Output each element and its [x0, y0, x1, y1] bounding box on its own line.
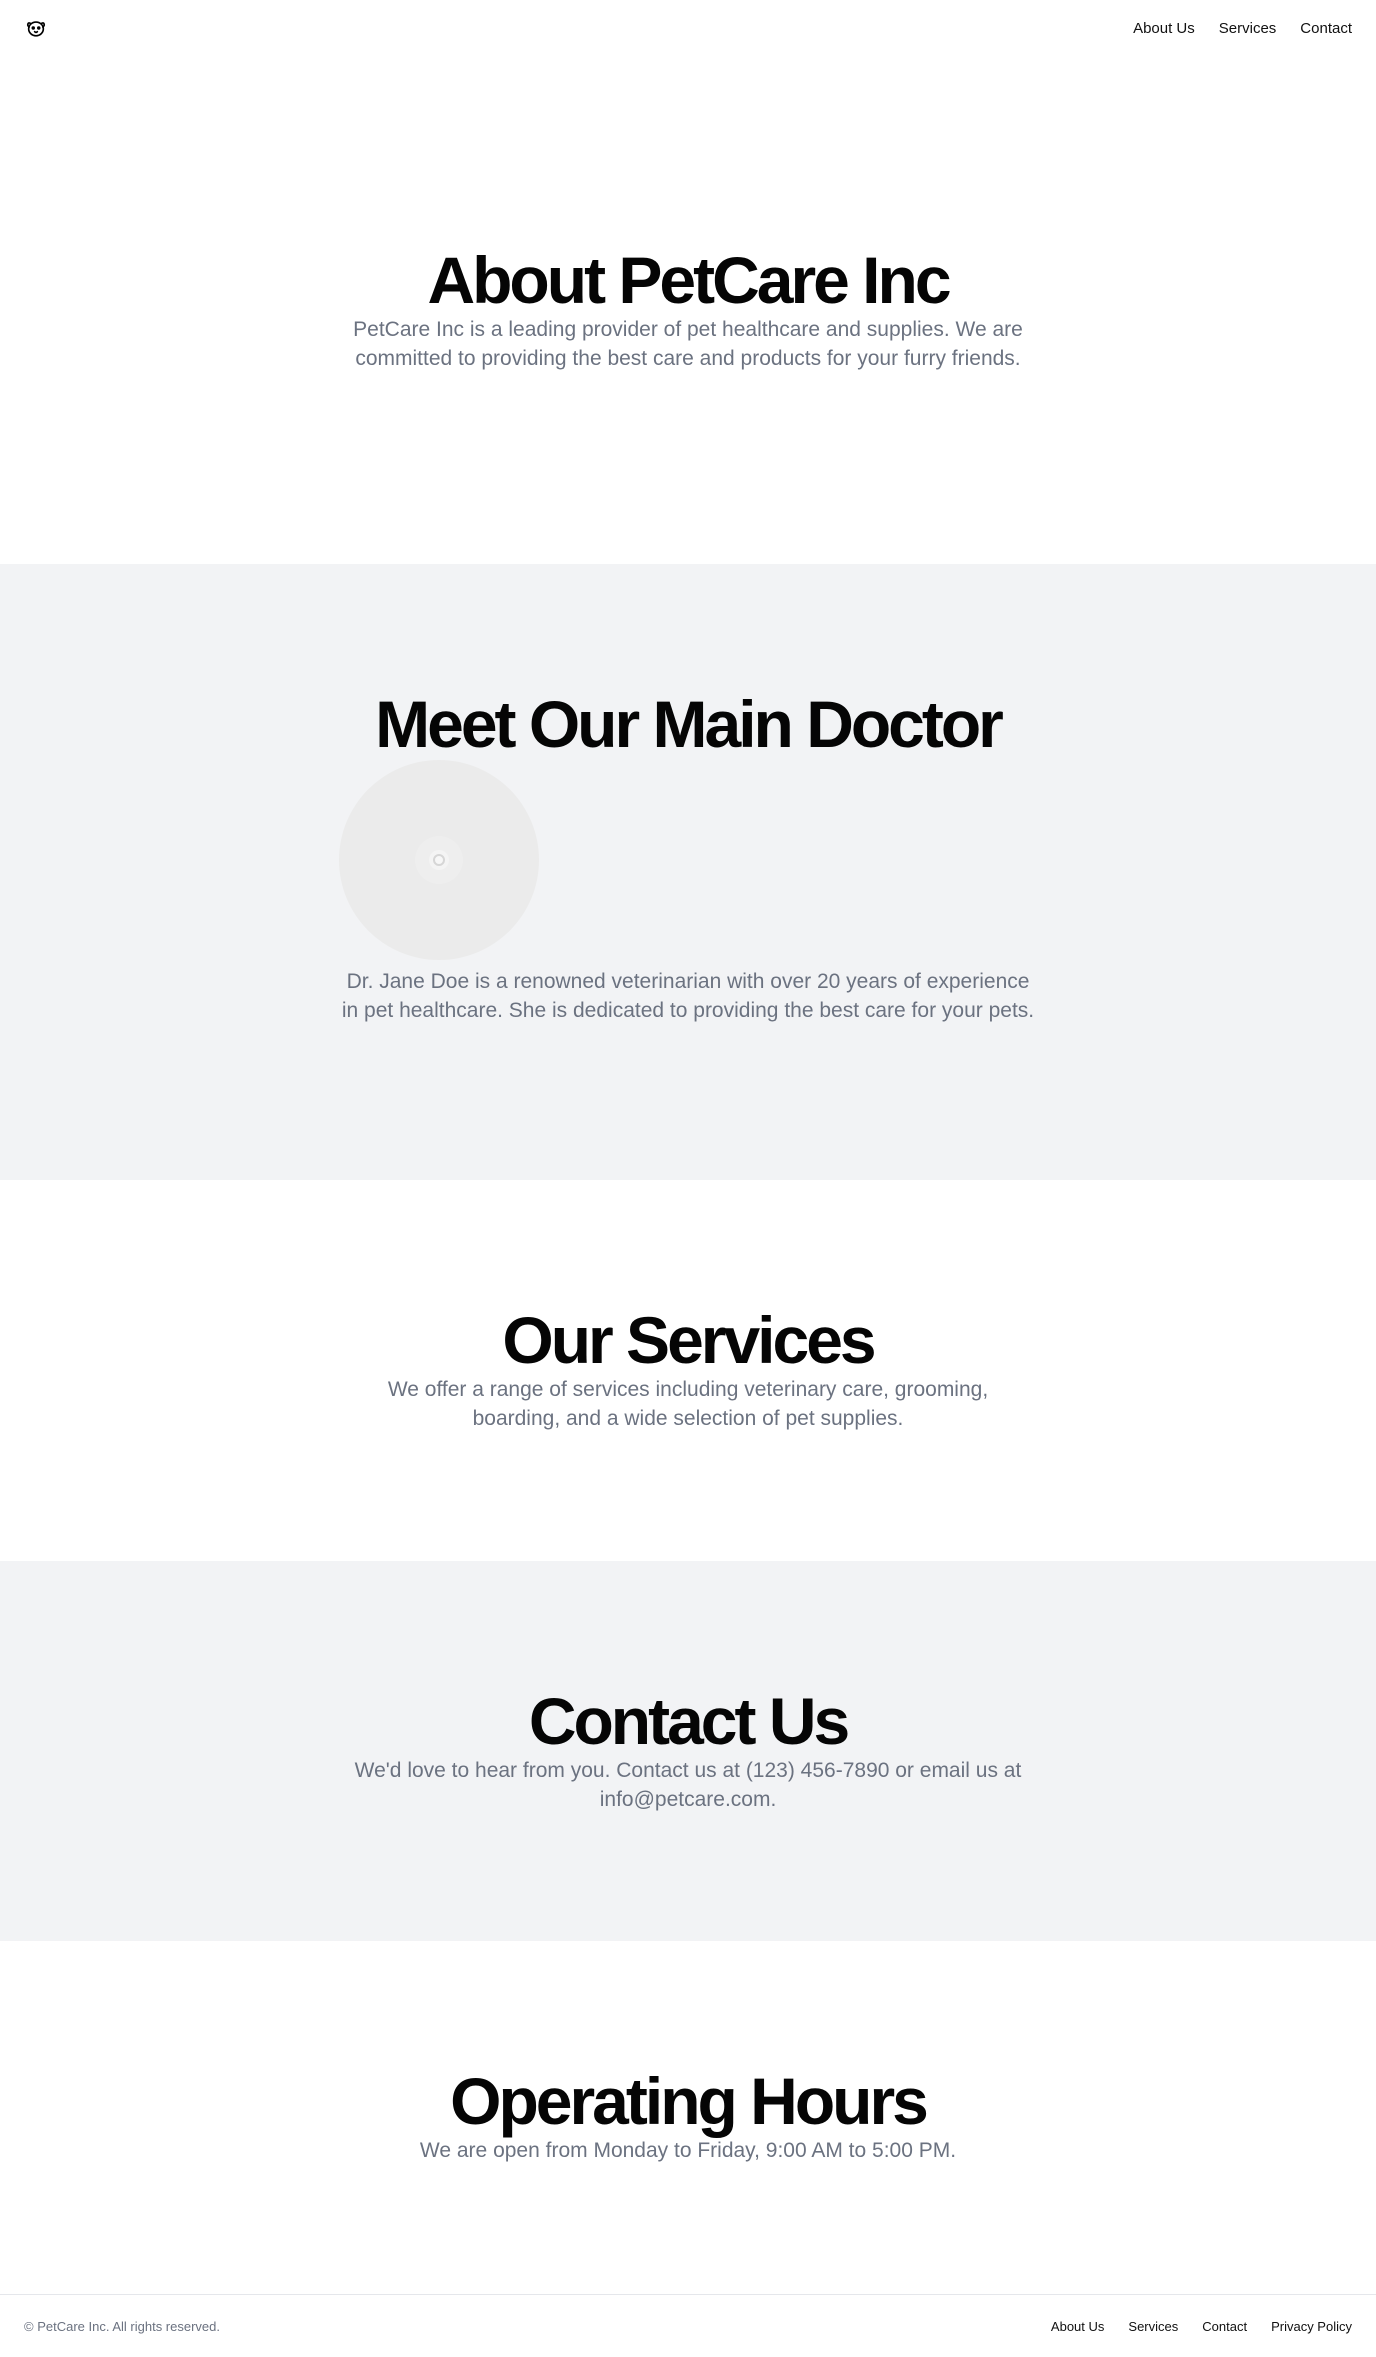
footer-nav: About Us Services Contact Privacy Policy — [1051, 2319, 1352, 2334]
hours-title: Operating Hours — [450, 2064, 929, 2138]
contact-text: We'd love to hear from you. Contact us a… — [354, 1759, 1022, 1811]
site-footer: © PetCare Inc. All rights reserved. Abou… — [0, 2294, 1376, 2357]
about-section: About PetCare Inc PetCare Inc is a leadi… — [0, 0, 1376, 564]
footer-link-about-us[interactable]: About Us — [1051, 2319, 1104, 2334]
footer-link-services[interactable]: Services — [1128, 2319, 1178, 2334]
hours-section: Operating Hours We are open from Monday … — [0, 1941, 1376, 2295]
services-section: Our Services We offer a range of service… — [0, 1180, 1376, 1561]
doctor-content — [338, 760, 1038, 960]
doctor-title: Meet Our Main Doctor — [375, 687, 1004, 761]
hours-text: We are open from Monday to Friday, 9:00 … — [419, 2139, 957, 2162]
copyright-text: © PetCare Inc. All rights reserved. — [24, 2318, 220, 2334]
contact-title: Contact Us — [528, 1684, 850, 1758]
services-text: We offer a range of services including v… — [387, 1378, 989, 1430]
doctor-photo — [339, 760, 539, 960]
doctor-text: Dr. Jane Doe is a renowned veterinarian … — [341, 970, 1035, 1022]
about-text: PetCare Inc is a leading provider of pet… — [353, 318, 1023, 370]
footer-link-contact[interactable]: Contact — [1202, 2319, 1247, 2334]
services-title: Our Services — [502, 1303, 876, 1377]
doctor-section: Meet Our Main Doctor Dr. Jane Doe is a r… — [0, 564, 1376, 1180]
footer-link-privacy-policy[interactable]: Privacy Policy — [1271, 2319, 1352, 2334]
image-placeholder-icon — [433, 854, 445, 866]
about-title: About PetCare Inc — [427, 243, 951, 317]
contact-section: Contact Us We'd love to hear from you. C… — [0, 1561, 1376, 1941]
